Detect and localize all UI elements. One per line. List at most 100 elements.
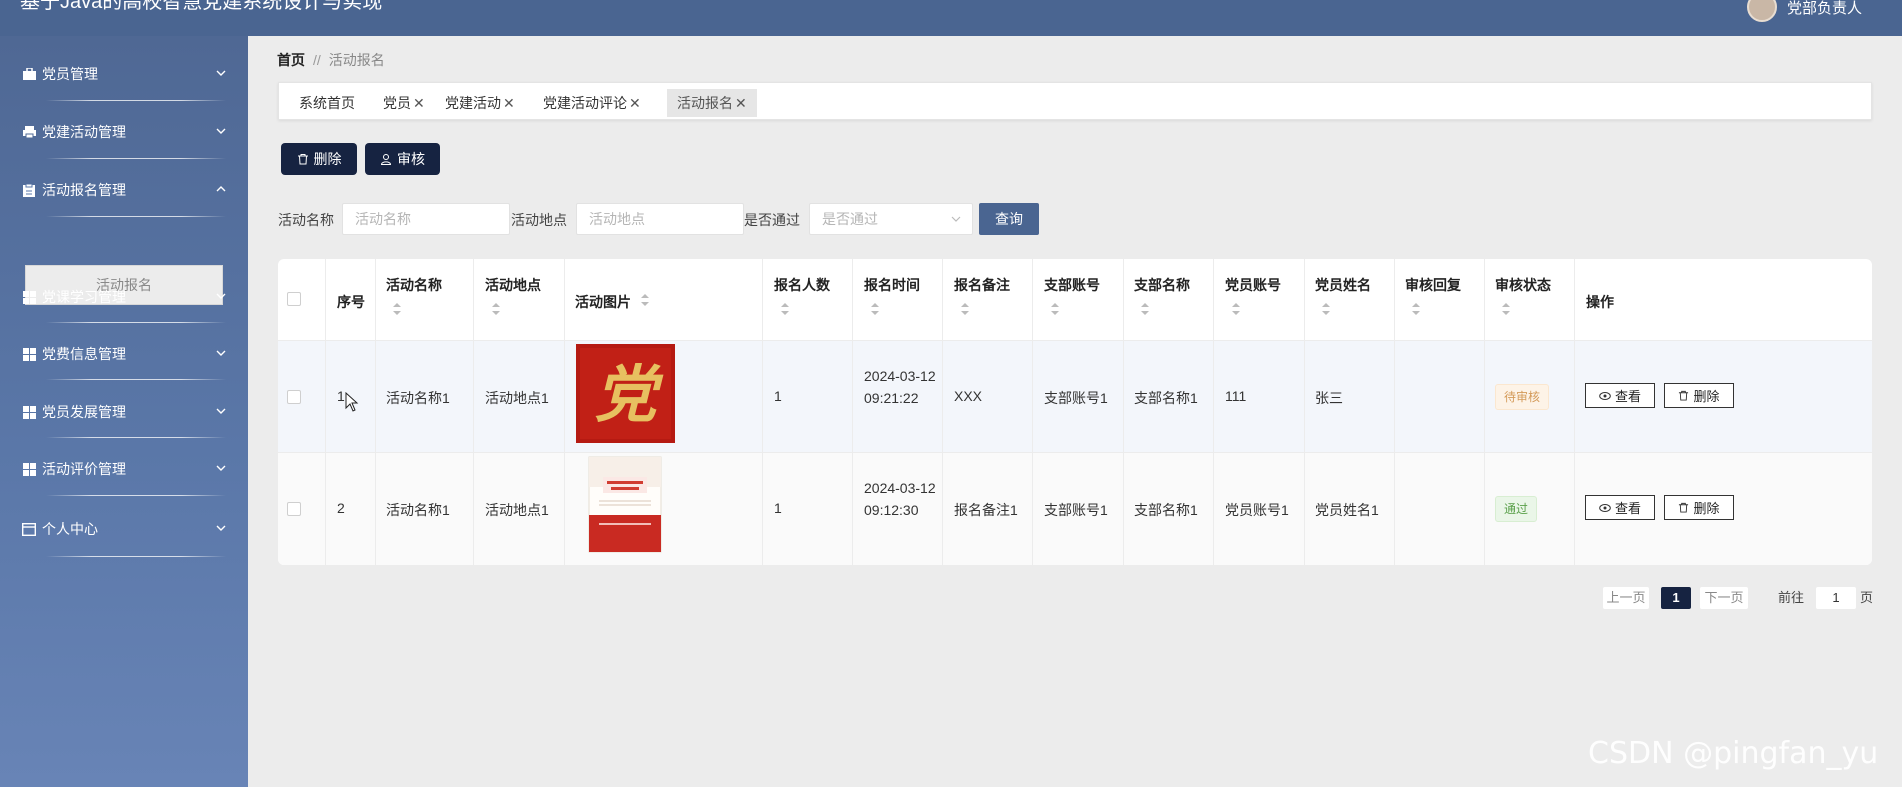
close-icon[interactable]: ✕ [735,95,747,111]
close-icon[interactable]: ✕ [629,95,641,111]
tab-party-activity[interactable]: 党建活动 ✕ [435,89,525,117]
breadcrumb-home[interactable]: 首页 [277,52,305,68]
sidebar-item-label: 党员管理 [42,66,98,82]
delete-button-label: 删除 [313,151,342,167]
cell-activity-name: 活动名称1 [386,390,450,406]
sort-icon[interactable] [960,302,970,316]
row-delete-button[interactable]: 删除 [1664,383,1734,408]
close-icon[interactable]: ✕ [503,95,515,111]
tab-bar: 系统首页 党员 ✕ 党建活动 ✕ 党建活动评论 ✕ 活动报名 ✕ [278,82,1872,120]
sort-icon[interactable] [1050,302,1060,316]
cell-branch-name: 支部名称1 [1134,502,1198,518]
column-header-signup-count[interactable]: 报名人数 [774,275,830,295]
party-character-image[interactable]: 党 [576,344,675,443]
grid-icon [22,462,36,476]
activity-name-input[interactable] [342,203,510,235]
clipboard-icon [22,183,36,197]
sort-icon[interactable] [1140,302,1150,316]
user-menu[interactable]: 党部负责人 [1746,0,1862,22]
prev-page-button[interactable]: 上一页 [1603,587,1649,609]
avatar[interactable] [1746,0,1777,22]
sidebar-item-member-development-management[interactable]: 党员发展管理 [22,392,228,432]
tab-label: 党建活动评论 [543,95,627,111]
sidebar-item-activity-evaluation-management[interactable]: 活动评价管理 [22,449,228,489]
audit-button[interactable]: 审核 [365,143,440,175]
query-button[interactable]: 查询 [979,203,1039,235]
sort-icon[interactable] [780,302,790,316]
sidebar-item-label: 党课学习管理 [42,289,126,305]
row-delete-button[interactable]: 删除 [1664,495,1734,520]
column-header-audit-reply[interactable]: 审核回复 [1405,275,1461,295]
next-page-button[interactable]: 下一页 [1700,587,1748,609]
view-button[interactable]: 查看 [1585,383,1655,408]
row-checkbox[interactable] [287,502,301,516]
view-button[interactable]: 查看 [1585,495,1655,520]
sort-icon[interactable] [491,302,501,316]
tab-system-home[interactable]: 系统首页 [289,89,365,117]
column-header-audit-status[interactable]: 审核状态 [1495,275,1551,295]
goto-label: 前往 [1778,590,1805,605]
user-name[interactable]: 党部负责人 [1787,0,1862,18]
delete-button[interactable]: 删除 [281,143,357,175]
column-header-member-name[interactable]: 党员姓名 [1315,275,1371,295]
divider [46,100,226,101]
sidebar-item-personal-center[interactable]: 个人中心 [22,509,228,549]
sidebar-item-label: 党员发展管理 [42,404,126,420]
delete-button-label: 删除 [1693,389,1720,404]
location-input[interactable] [576,203,744,235]
sidebar-item-activity-signup-management[interactable]: 活动报名管理 [22,170,228,210]
column-header-image[interactable]: 活动图片 [575,292,631,312]
tab-member[interactable]: 党员 ✕ [373,89,435,117]
column-divider [375,259,376,565]
column-header-member-account[interactable]: 党员账号 [1225,275,1281,295]
cell-remark: 报名备注1 [954,502,1018,518]
sort-icon[interactable] [640,293,650,307]
sort-icon[interactable] [1501,302,1511,316]
grid-icon [22,405,36,419]
column-divider [564,259,565,565]
sort-icon[interactable] [392,302,402,316]
column-header-actions: 操作 [1586,294,1614,310]
tab-activity-signup[interactable]: 活动报名 ✕ [667,89,757,117]
sidebar-item-member-management[interactable]: 党员管理 [22,54,228,94]
divider [46,322,226,323]
sort-icon[interactable] [1231,302,1241,316]
cell-signup-time: 2024-03-12 09:21:22 [864,368,936,406]
passed-select-placeholder: 是否通过 [822,211,878,227]
select-all-checkbox[interactable] [287,292,301,306]
sidebar-item-course-study-management[interactable]: 党课学习管理 [22,277,228,317]
column-divider [325,259,326,565]
page-1-button[interactable]: 1 [1661,587,1691,609]
svg-text:党: 党 [594,358,663,431]
row-checkbox[interactable] [287,390,301,404]
column-header-branch-name[interactable]: 支部名称 [1134,275,1190,295]
status-badge: 通过 [1495,496,1538,522]
grid-icon [22,347,36,361]
column-header-activity-name[interactable]: 活动名称 [386,275,442,295]
passed-select[interactable]: 是否通过 [809,203,973,235]
book-cover-image[interactable] [587,455,663,554]
column-header-signup-time[interactable]: 报名时间 [864,275,920,295]
cell-signup-time: 2024-03-12 09:12:30 [864,480,936,518]
sort-icon[interactable] [870,302,880,316]
column-header-location[interactable]: 活动地点 [485,275,541,295]
tab-party-activity-comment[interactable]: 党建活动评论 ✕ [533,89,651,117]
divider [46,158,226,159]
trash-icon [297,154,308,165]
audit-button-label: 审核 [397,151,425,167]
sidebar-item-party-activity-management[interactable]: 党建活动管理 [22,112,228,152]
column-header-remark[interactable]: 报名备注 [954,275,1010,295]
goto-page-input[interactable]: 1 [1816,587,1856,609]
mouse-cursor-icon [345,392,359,412]
calendar-icon [22,522,36,536]
cell-activity-name: 活动名称1 [386,502,450,518]
app-title: 基于Java的高校智慧党建系统设计与实现 [20,0,383,13]
sort-icon[interactable] [1411,302,1421,316]
chevron-down-icon [216,465,226,471]
sort-icon[interactable] [1321,302,1331,316]
close-icon[interactable]: ✕ [413,95,425,111]
sidebar-item-dues-management[interactable]: 党费信息管理 [22,334,228,374]
briefcase-icon [22,67,36,81]
breadcrumb: 首页 // 活动报名 [277,50,385,70]
column-header-branch-account[interactable]: 支部账号 [1044,275,1100,295]
